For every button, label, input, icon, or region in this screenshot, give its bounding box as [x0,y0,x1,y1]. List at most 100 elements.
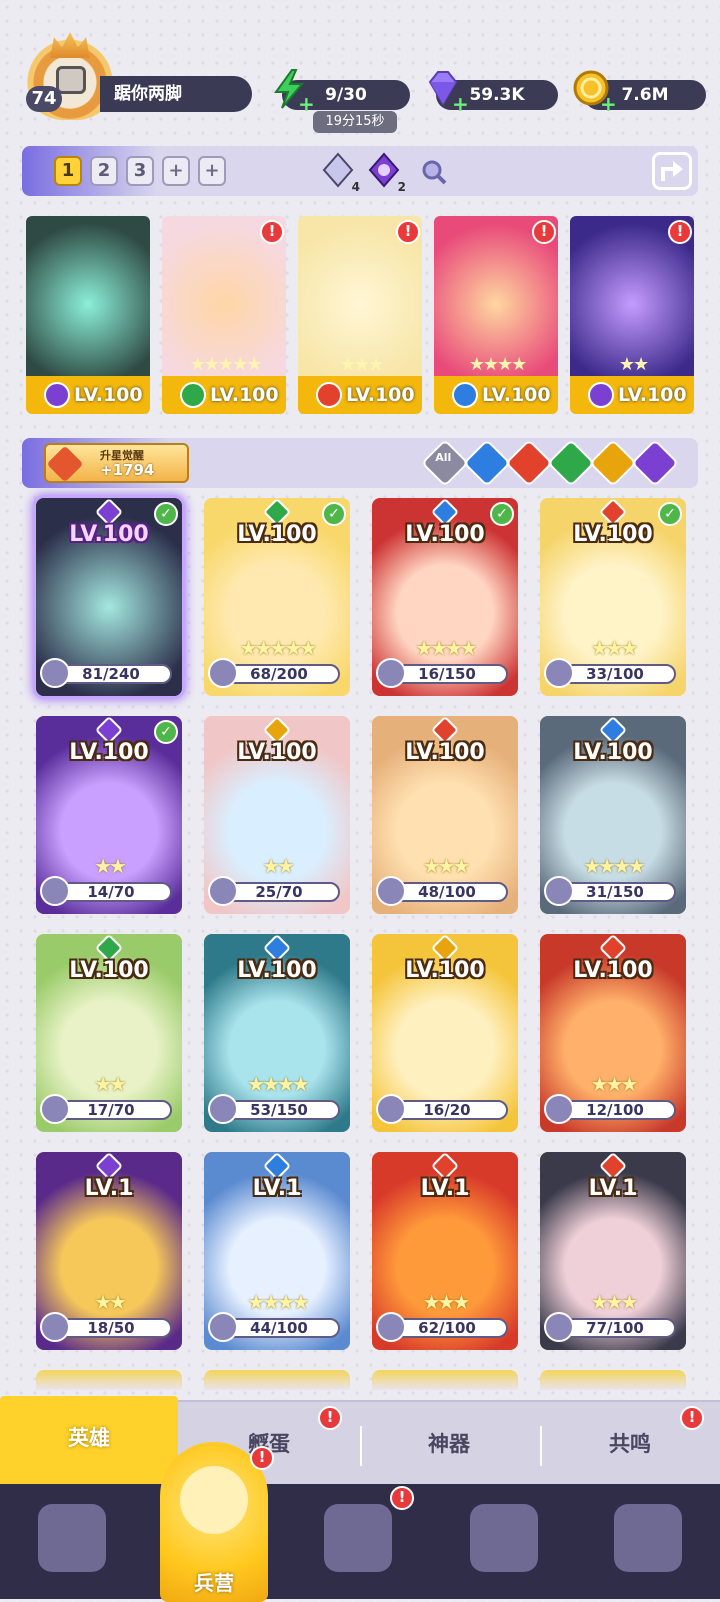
hero-stars: ★★★ [590,1290,639,1314]
gems-counter[interactable]: + 59.3K [428,71,558,114]
crown-icon [50,32,90,58]
shard-icon [40,658,70,688]
hero-card[interactable]: LV.100 ★★ 25/70 [204,716,350,914]
shard-icon [376,658,406,688]
white-crystal-icon [322,152,354,188]
add-gold-icon[interactable]: + [600,94,617,114]
awaken-value: +1794 [100,461,155,479]
add-energy-icon[interactable]: + [298,94,315,114]
filter-all-button[interactable]: All [420,438,470,488]
hero-level: LV.100 [237,958,317,983]
shard-icon [40,1312,70,1342]
helmet-icon [56,66,86,94]
alert-badge: ! [250,1446,274,1470]
hero-level: LV.1 [588,1176,638,1201]
team-hero-card[interactable]: ★★★★★ LV.100 [162,216,286,414]
team-tab-3[interactable]: 3 [126,156,154,186]
team-hero-card[interactable]: ★★ LV.100 [570,216,694,414]
hero-portrait [26,216,150,376]
tab-divider [540,1426,542,1466]
hero-card[interactable]: LV.1 ★★★★ 44/100 [204,1152,350,1350]
team-hero-card[interactable]: LV.100 [26,216,150,414]
gold-counter[interactable]: + 7.6M [573,70,706,114]
add-gems-icon[interactable]: + [452,94,469,114]
hero-card[interactable]: LV.100 ★★★ 33/100 ✓ [540,498,686,696]
search-icon[interactable] [420,158,448,186]
nav-barracks-button[interactable]: 兵营 [160,1442,268,1602]
awaken-button[interactable]: 升星觉醒 +1794 [44,443,189,483]
hero-level: LV.100 [69,522,149,547]
temple-icon [470,1504,538,1572]
hero-level: LV.1 [420,1176,470,1201]
hero-card[interactable]: LV.100 ★★ 17/70 [36,934,182,1132]
hero-card[interactable]: LV.100 16/20 [372,934,518,1132]
nav-map-book-button[interactable] [316,1498,400,1582]
hero-card[interactable]: LV.1 ★★★ 77/100 [540,1152,686,1350]
bottom-nav: 兵营!! [0,1442,720,1602]
hero-sub-tabs: 英雄 孵蛋! 神器 共鸣! [0,1396,720,1486]
hero-stars: ★★★ [422,854,471,878]
hero-card[interactable]: LV.100 ★★★★ 16/150 ✓ [372,498,518,696]
team-tab-1[interactable]: 1 [54,156,82,186]
hero-level: LV.1 [252,1176,302,1201]
hero-card[interactable]: LV.100 ★★★★ 53/150 [204,934,350,1132]
hero-card-partial[interactable] [204,1370,350,1390]
nav-cards-button[interactable] [30,1498,114,1582]
hero-stars: ★★★ [590,1072,639,1096]
hero-card[interactable]: LV.100 ★★★ 48/100 [372,716,518,914]
hero-card-partial[interactable] [372,1370,518,1390]
nav-temple-button[interactable] [462,1498,546,1582]
hero-card[interactable]: LV.100 ★★★ 12/100 [540,934,686,1132]
nav-label: 兵营 [194,1571,234,1595]
filter-all-label: All [435,451,452,465]
hero-card-partial[interactable] [36,1370,182,1390]
hero-level: LV.100 [573,522,653,547]
hero-stars: ★★★★ [247,1072,310,1096]
hero-card[interactable]: LV.1 ★★ 18/50 [36,1152,182,1350]
check-icon: ✓ [322,502,346,526]
hero-stars: ★★★★ [583,854,646,878]
alert-badge: ! [680,1406,704,1430]
sub-tab-0[interactable]: 英雄 [0,1396,178,1486]
sub-tab-2[interactable]: 神器 [360,1402,538,1486]
player-name[interactable]: 踞你两脚 [100,76,252,112]
team-hero-card[interactable]: ★★★ LV.100 [298,216,422,414]
nav-guild-button[interactable] [606,1498,690,1582]
team-tab-add-2[interactable]: + [198,156,226,186]
shard-icon [544,876,574,906]
hero-stars: ★★★★ [415,636,478,660]
hero-stars: ★★★★ [247,1290,310,1314]
team-hero-card[interactable]: ★★★★ LV.100 [434,216,558,414]
team-tab-2[interactable]: 2 [90,156,118,186]
hero-card[interactable]: LV.1 ★★★ 62/100 [372,1152,518,1350]
filter-water-button[interactable] [462,438,512,488]
barracks-icon [180,1466,248,1534]
hero-card[interactable]: LV.100 ★★ 14/70 ✓ [36,716,182,914]
hero-card[interactable]: LV.100 81/240 ✓ [36,498,182,696]
hero-stars: ★★ [94,1072,127,1096]
alert-badge: ! [396,220,420,244]
hero-card[interactable]: LV.100 ★★★★ 31/150 [540,716,686,914]
team-tab-add-1[interactable]: + [162,156,190,186]
alert-badge: ! [532,220,556,244]
moon-element-icon [44,382,70,408]
shard-icon [376,1312,406,1342]
hero-filter-bar: 升星觉醒 +1794 All [22,438,698,488]
filter-light-button[interactable] [588,438,638,488]
sword-icon [46,445,84,483]
team-selector-bar: 1 2 3 + + 4 2 [22,146,698,196]
hero-card-partial[interactable] [540,1370,686,1390]
moon-crystal-counter[interactable]: 2 [366,152,406,194]
filter-moon-button[interactable] [630,438,680,488]
energy-timer: 19分15秒 [313,111,397,133]
hero-card[interactable]: LV.100 ★★★★★ 68/200 ✓ [204,498,350,696]
filter-leaf-button[interactable] [546,438,596,488]
moon-crystal-icon [368,152,400,188]
share-button[interactable] [652,152,692,190]
energy-counter[interactable]: + 9/30 [274,69,410,114]
filter-fire-button[interactable] [504,438,554,488]
gems-value: 59.3K [469,85,525,105]
white-crystal-counter[interactable]: 4 [320,152,360,194]
hero-level: LV.100 [237,740,317,765]
guild-icon [614,1504,682,1572]
